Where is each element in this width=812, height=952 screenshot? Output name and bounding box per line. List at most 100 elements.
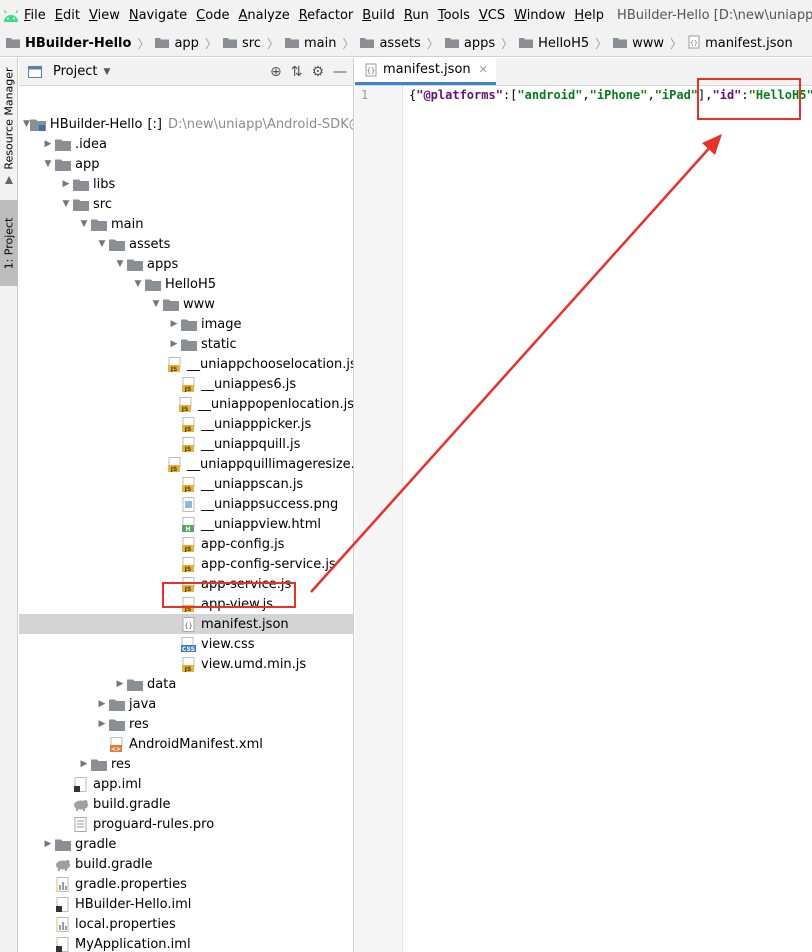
tree-file-row[interactable]: JS app-config.js bbox=[19, 534, 353, 554]
gear-icon[interactable]: ⚙ bbox=[311, 64, 324, 80]
tree-file-row[interactable]: <> AndroidManifest.xml bbox=[19, 734, 353, 754]
tree-folder-row[interactable]: ▶ data bbox=[19, 674, 353, 694]
tree-file-row[interactable]: JS app-config-service.js bbox=[19, 554, 353, 574]
tree-file-row[interactable]: JS __uniappquill.js bbox=[19, 434, 353, 454]
image-file-icon bbox=[181, 496, 197, 512]
chevron-down-icon[interactable]: ▼ bbox=[77, 219, 91, 229]
menu-tools[interactable]: Tools bbox=[434, 8, 474, 23]
chevron-down-icon[interactable]: ▼ bbox=[113, 259, 127, 269]
tree-file-row[interactable]: {} manifest.json bbox=[19, 614, 353, 634]
menu-refactor[interactable]: Refactor bbox=[295, 8, 358, 23]
folder-icon bbox=[73, 196, 89, 212]
tree-folder-row[interactable]: ▶ java bbox=[19, 694, 353, 714]
menu-navigate[interactable]: Navigate bbox=[125, 8, 191, 23]
close-icon[interactable]: ✕ bbox=[479, 63, 488, 76]
tree-file-row[interactable]: JS __uniappopenlocation.js bbox=[19, 394, 353, 414]
tree-file-row[interactable]: JS __uniappquillimageresize.j bbox=[19, 454, 354, 474]
tree-folder-row[interactable]: ▼ www bbox=[19, 294, 353, 314]
tree-file-row[interactable]: HBuilder-Hello.iml bbox=[19, 894, 353, 914]
tree-file-row[interactable]: MyApplication.iml bbox=[19, 934, 353, 952]
breadcrumb-item[interactable]: assets bbox=[360, 36, 421, 52]
svg-text:{}: {} bbox=[367, 67, 375, 75]
tree-file-row[interactable]: H __uniappview.html bbox=[19, 514, 353, 534]
breadcrumb-item[interactable]: HelloH5 bbox=[519, 36, 589, 52]
tree-folder-row[interactable]: ▼ app bbox=[19, 154, 353, 174]
folder-icon bbox=[127, 256, 143, 272]
chevron-down-icon[interactable]: ▼ bbox=[41, 159, 55, 169]
menu-view[interactable]: View bbox=[85, 8, 124, 23]
tree-file-row[interactable]: local.properties bbox=[19, 914, 353, 934]
menu-analyze[interactable]: Analyze bbox=[234, 8, 293, 23]
menu-help[interactable]: Help bbox=[570, 8, 608, 23]
tree-folder-row[interactable]: ▶ gradle bbox=[19, 834, 353, 854]
tree-folder-row[interactable]: ▶ .idea bbox=[19, 134, 353, 154]
breadcrumb-item[interactable]: {} manifest.json bbox=[688, 35, 793, 53]
chevron-right-icon[interactable]: ▶ bbox=[167, 339, 181, 349]
chevron-down-icon[interactable]: ▼ bbox=[103, 67, 110, 77]
chevron-right-icon[interactable]: ▶ bbox=[59, 179, 73, 189]
chevron-right-icon[interactable]: ▶ bbox=[41, 839, 55, 849]
tree-folder-row[interactable]: ▼ assets bbox=[19, 234, 353, 254]
breadcrumb-item[interactable]: app bbox=[155, 36, 199, 52]
collapse-all-icon[interactable]: ⇅ bbox=[291, 64, 303, 80]
resource-manager-tab[interactable]: Resource Manager bbox=[0, 64, 18, 172]
menu-code[interactable]: Code bbox=[192, 8, 233, 23]
breadcrumb-item[interactable]: HBuilder-Hello bbox=[6, 36, 131, 52]
menu-file[interactable]: File bbox=[20, 8, 50, 23]
chevron-down-icon[interactable]: ▼ bbox=[149, 299, 163, 309]
chevron-right-icon[interactable]: ▶ bbox=[41, 139, 55, 149]
chevron-down-icon[interactable]: ▼ bbox=[59, 199, 73, 209]
tree-file-row[interactable]: build.gradle bbox=[19, 854, 353, 874]
tree-item-label: local.properties bbox=[75, 916, 176, 932]
tree-folder-row[interactable]: ▶ res bbox=[19, 714, 353, 734]
menu-window[interactable]: Window bbox=[510, 8, 569, 23]
tree-file-row[interactable]: JS __uniapppicker.js bbox=[19, 414, 353, 434]
tree-folder-row[interactable]: ▼ HelloH5 bbox=[19, 274, 353, 294]
chevron-right-icon[interactable]: ▶ bbox=[77, 759, 91, 769]
project-panel-header: Project ▼ ⊕ ⇅ ⚙ — bbox=[19, 58, 353, 86]
tree-file-row[interactable]: __uniappsuccess.png bbox=[19, 494, 353, 514]
breadcrumb-item[interactable]: www bbox=[613, 36, 664, 52]
tree-file-row[interactable]: JS __uniappes6.js bbox=[19, 374, 353, 394]
tree-folder-row[interactable]: ▶ static bbox=[19, 334, 353, 354]
menu-build[interactable]: Build bbox=[358, 8, 399, 23]
tree-folder-row[interactable]: ▼ HBuilder-Hello [:] D:\new\uniapp\Android-… bbox=[19, 114, 353, 134]
tree-folder-row[interactable]: ▶ res bbox=[19, 754, 353, 774]
svg-text:{}: {} bbox=[184, 622, 192, 630]
tree-file-row[interactable]: gradle.properties bbox=[19, 874, 353, 894]
tree-file-row[interactable]: JS __uniappscan.js bbox=[19, 474, 353, 494]
chevron-down-icon[interactable]: ▼ bbox=[95, 239, 109, 249]
tree-file-row[interactable]: proguard-rules.pro bbox=[19, 814, 353, 834]
chevron-down-icon[interactable]: ▼ bbox=[131, 279, 145, 289]
chevron-right-icon[interactable]: ▶ bbox=[113, 679, 127, 689]
tree-folder-row[interactable]: ▼ main bbox=[19, 214, 353, 234]
module-marker: [:] bbox=[147, 116, 163, 132]
tree-file-row[interactable]: CSS view.css bbox=[19, 634, 353, 654]
menu-run[interactable]: Run bbox=[400, 8, 433, 23]
breadcrumb-item[interactable]: apps bbox=[444, 36, 495, 52]
chevron-right-icon[interactable]: ▶ bbox=[95, 699, 109, 709]
locate-file-icon[interactable]: ⊕ bbox=[270, 64, 282, 80]
chevron-down-icon[interactable]: ▼ bbox=[23, 119, 30, 129]
menu-vcs[interactable]: VCS bbox=[475, 8, 509, 23]
js-file-icon: JS bbox=[181, 436, 197, 452]
tree-file-row[interactable]: JS __uniappchooselocation.js bbox=[19, 354, 353, 374]
tree-file-row[interactable]: JS view.umd.min.js bbox=[19, 654, 353, 674]
tree-folder-row[interactable]: ▼ apps bbox=[19, 254, 353, 274]
project-view-selector[interactable]: Project bbox=[53, 64, 97, 79]
chevron-right-icon[interactable]: ▶ bbox=[95, 719, 109, 729]
tree-folder-row[interactable]: ▼ src bbox=[19, 194, 353, 214]
tree-item-label: __uniappquillimageresize.j bbox=[187, 456, 354, 472]
tree-folder-row[interactable]: ▶ image bbox=[19, 314, 353, 334]
tree-file-row[interactable]: app.iml bbox=[19, 774, 353, 794]
tree-folder-row[interactable]: ▶ libs bbox=[19, 174, 353, 194]
tab-manifest-json[interactable]: {} manifest.json ✕ bbox=[355, 57, 496, 85]
menu-edit[interactable]: Edit bbox=[51, 8, 84, 23]
chevron-right-icon[interactable]: ▶ bbox=[167, 319, 181, 329]
project-tab[interactable]: 1: Project bbox=[0, 200, 18, 286]
tree-item-label: res bbox=[111, 756, 131, 772]
tree-file-row[interactable]: build.gradle bbox=[19, 794, 353, 814]
hide-panel-icon[interactable]: — bbox=[333, 64, 347, 80]
breadcrumb-item[interactable]: src bbox=[222, 36, 261, 52]
breadcrumb-item[interactable]: main bbox=[284, 36, 336, 52]
